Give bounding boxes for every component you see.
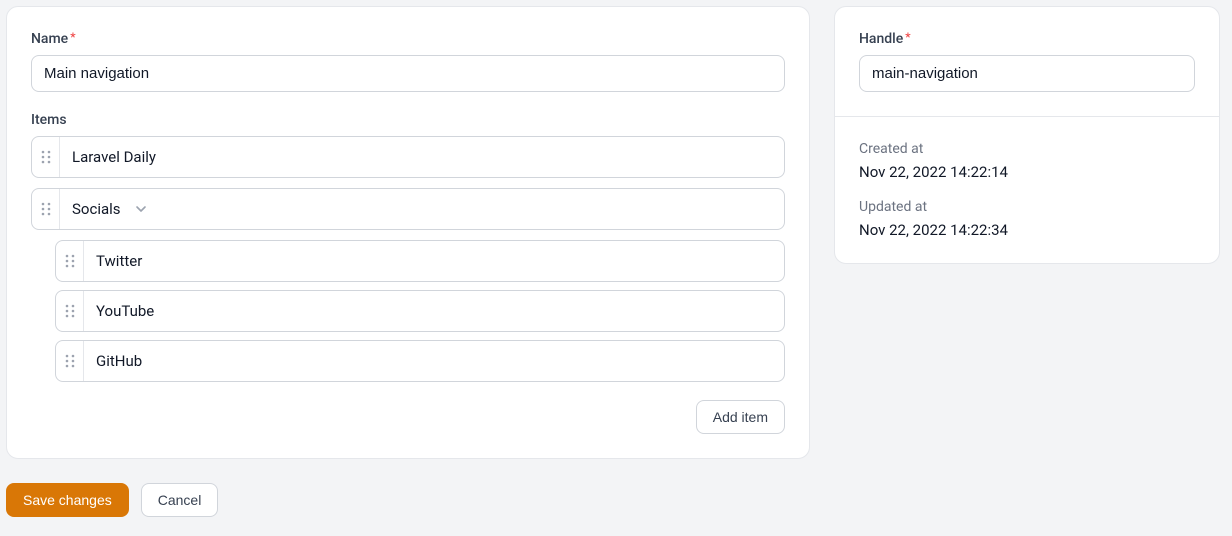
save-button[interactable]: Save changes — [6, 483, 129, 517]
created-at-value: Nov 22, 2022 14:22:14 — [859, 163, 1195, 181]
drag-handle-icon[interactable] — [56, 291, 84, 331]
item-row[interactable]: Laravel Daily — [31, 136, 785, 178]
item-label: Laravel Daily — [60, 137, 784, 177]
required-asterisk: * — [70, 30, 75, 44]
item-label-text: Socials — [72, 200, 121, 218]
item-label: Twitter — [84, 241, 784, 281]
drag-handle-icon[interactable] — [56, 341, 84, 381]
items-label: Items — [31, 112, 785, 128]
item-row[interactable]: GitHub — [55, 340, 785, 382]
drag-handle-icon[interactable] — [32, 189, 60, 229]
item-row[interactable]: Twitter — [55, 240, 785, 282]
cancel-button[interactable]: Cancel — [141, 483, 219, 517]
chevron-down-icon[interactable] — [135, 203, 147, 215]
item-label: Socials — [60, 189, 784, 229]
handle-label: Handle* — [859, 31, 1195, 47]
drag-handle-icon[interactable] — [56, 241, 84, 281]
sidebar-card: Handle* Created at Nov 22, 2022 14:22:14… — [834, 6, 1220, 264]
item-label: GitHub — [84, 341, 784, 381]
item-row[interactable]: YouTube — [55, 290, 785, 332]
drag-handle-icon[interactable] — [32, 137, 60, 177]
updated-at-value: Nov 22, 2022 14:22:34 — [859, 221, 1195, 239]
form-card: Name* Items Laravel Daily — [6, 6, 810, 459]
created-at-label: Created at — [859, 141, 1195, 157]
required-asterisk: * — [905, 30, 910, 44]
name-input[interactable] — [31, 55, 785, 92]
name-label-text: Name — [31, 31, 68, 47]
item-row[interactable]: Socials — [31, 188, 785, 230]
item-label: YouTube — [84, 291, 784, 331]
name-label: Name* — [31, 31, 785, 47]
add-item-button[interactable]: Add item — [696, 400, 785, 434]
handle-input[interactable] — [859, 55, 1195, 92]
handle-label-text: Handle — [859, 31, 903, 47]
updated-at-label: Updated at — [859, 199, 1195, 215]
